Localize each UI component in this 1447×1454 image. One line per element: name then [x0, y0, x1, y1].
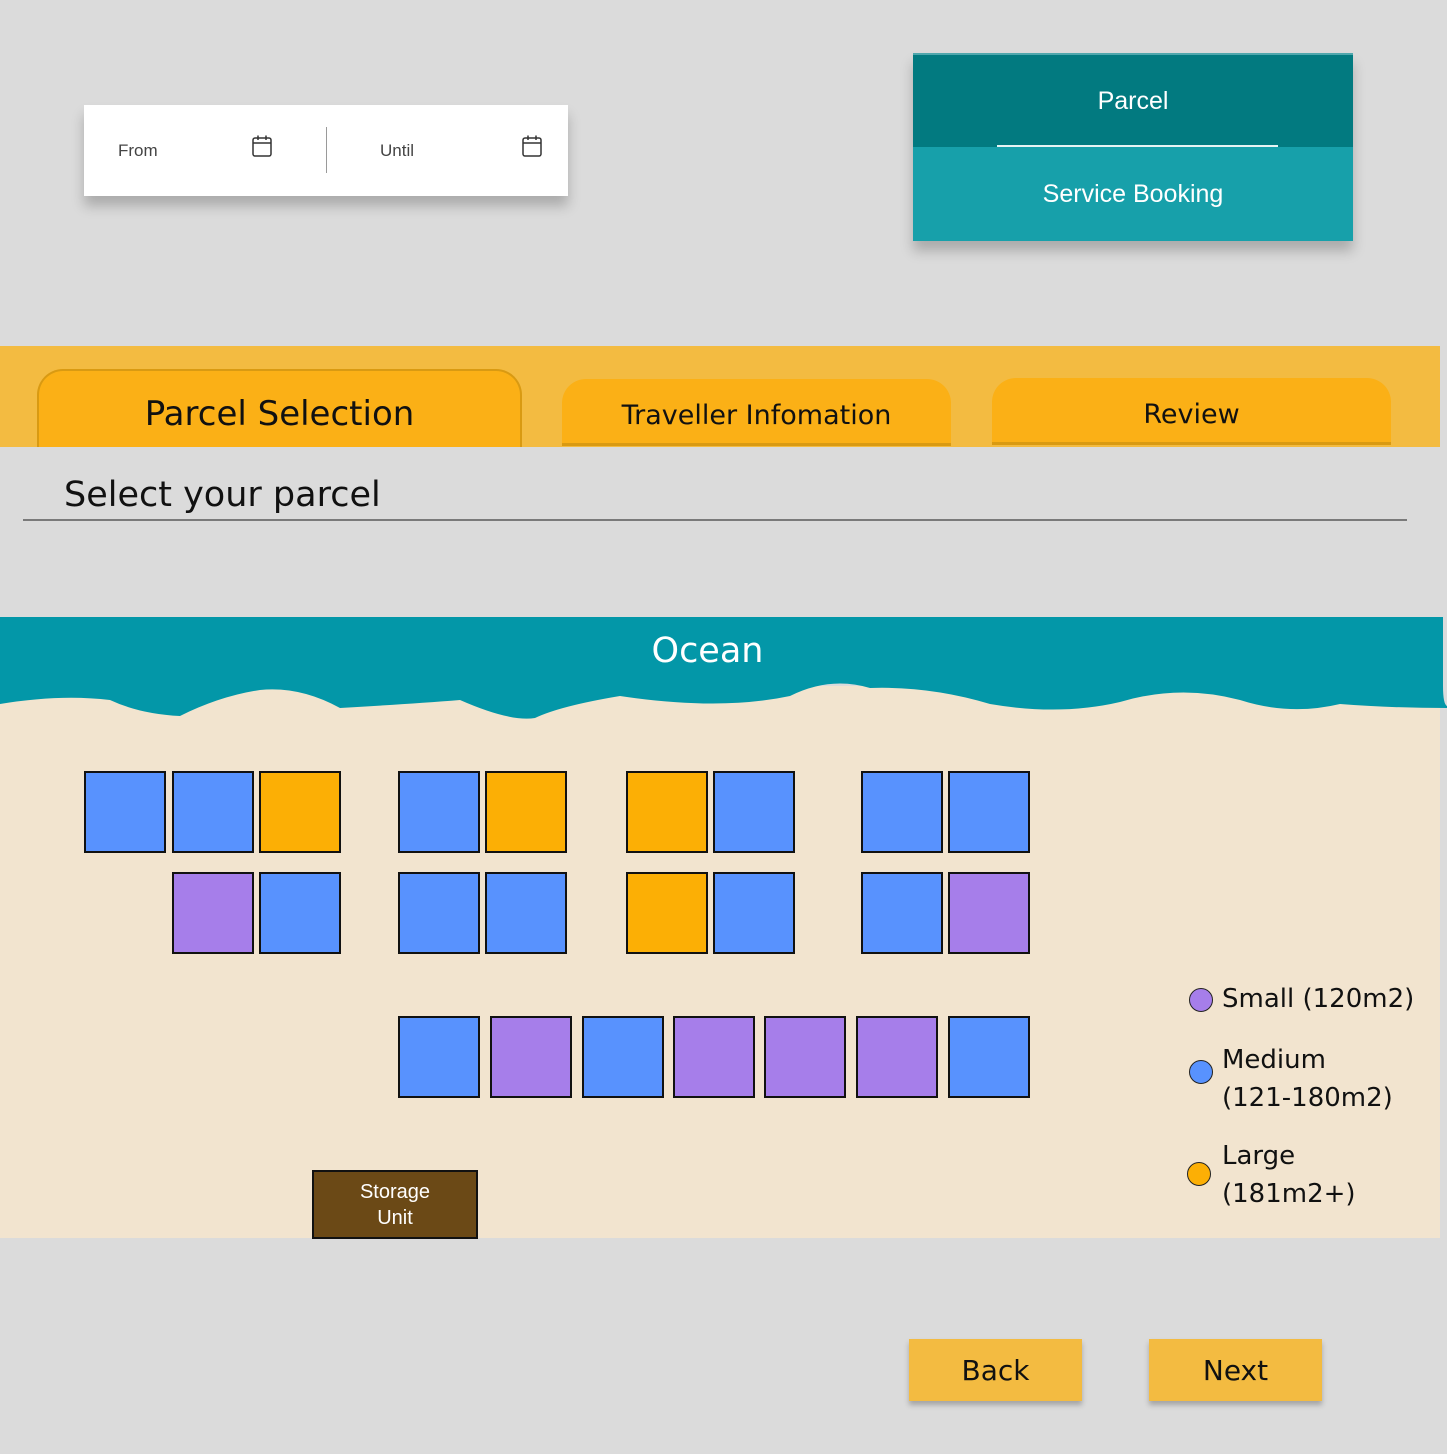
parcel-medium[interactable]: [172, 771, 254, 853]
mode-option-parcel-label: Parcel: [1097, 86, 1169, 115]
back-button[interactable]: Back: [909, 1339, 1082, 1401]
parcel-large[interactable]: [485, 771, 567, 853]
heading-divider: [23, 519, 1407, 521]
legend-small-label: Small (120m2): [1222, 984, 1415, 1014]
parcel-large[interactable]: [626, 872, 708, 954]
parcel-large[interactable]: [259, 771, 341, 853]
until-date-field[interactable]: Until: [327, 105, 568, 196]
parcel-medium[interactable]: [398, 1016, 480, 1098]
next-button-label: Next: [1202, 1353, 1269, 1387]
legend-large-label-line1: Large: [1222, 1141, 1296, 1171]
back-button-label: Back: [961, 1353, 1030, 1387]
parcel-small[interactable]: [856, 1016, 938, 1098]
page-title: Select your parcel: [64, 475, 381, 515]
legend-large-label-line2: (181m2+): [1222, 1179, 1356, 1209]
mode-option-parcel[interactable]: Parcel: [913, 53, 1353, 147]
parcel-small[interactable]: [673, 1016, 755, 1098]
date-range-picker: From Until: [84, 105, 568, 196]
legend-large-dot: [1187, 1162, 1211, 1186]
storage-unit: Storage Unit: [312, 1170, 478, 1239]
parcel-medium[interactable]: [84, 771, 166, 853]
legend-medium-label-line1: Medium: [1222, 1045, 1326, 1075]
mode-option-service-label: Service Booking: [1042, 179, 1224, 208]
parcel-medium[interactable]: [948, 771, 1030, 853]
parcel-large[interactable]: [626, 771, 708, 853]
storage-label-line1: Storage: [359, 1180, 431, 1203]
parcel-medium[interactable]: [713, 872, 795, 954]
until-label: Until: [380, 140, 415, 160]
parcel-small[interactable]: [172, 872, 254, 954]
next-button[interactable]: Next: [1149, 1339, 1322, 1401]
calendar-icon[interactable]: [252, 135, 272, 157]
tab-parcel-selection[interactable]: Parcel Selection: [37, 369, 522, 447]
parcel-medium[interactable]: [948, 1016, 1030, 1098]
parcel-small[interactable]: [948, 872, 1030, 954]
tab-review[interactable]: Review: [992, 378, 1391, 442]
legend-medium-dot: [1189, 1060, 1213, 1084]
tab-traveller-label: Traveller Infomation: [621, 399, 892, 431]
mode-option-service-booking[interactable]: Service Booking: [913, 147, 1353, 241]
tab-review-label: Review: [1143, 398, 1240, 430]
from-date-field[interactable]: From: [84, 105, 326, 196]
storage-label-line2: Unit: [377, 1206, 413, 1229]
parcel-small[interactable]: [764, 1016, 846, 1098]
tab-traveller-information[interactable]: Traveller Infomation: [562, 379, 951, 443]
legend-small-dot: [1189, 988, 1213, 1012]
ocean-label: Ocean: [651, 631, 764, 671]
parcel-medium[interactable]: [861, 872, 943, 954]
parcel-small[interactable]: [490, 1016, 572, 1098]
parcel-medium[interactable]: [861, 771, 943, 853]
booking-mode-switch: Parcel Service Booking: [913, 53, 1353, 241]
parcel-map: Ocean Storage Unit Small (120m2) Medium …: [0, 616, 1447, 1239]
parcel-medium[interactable]: [713, 771, 795, 853]
parcel-medium[interactable]: [398, 771, 480, 853]
parcel-medium[interactable]: [398, 872, 480, 954]
parcel-medium[interactable]: [485, 872, 567, 954]
tab-parcel-selection-label: Parcel Selection: [144, 394, 415, 434]
from-label: From: [118, 140, 158, 160]
legend-medium-label-line2: (121-180m2): [1222, 1083, 1393, 1113]
parcel-medium[interactable]: [259, 872, 341, 954]
calendar-icon[interactable]: [522, 135, 542, 157]
parcel-medium[interactable]: [582, 1016, 664, 1098]
